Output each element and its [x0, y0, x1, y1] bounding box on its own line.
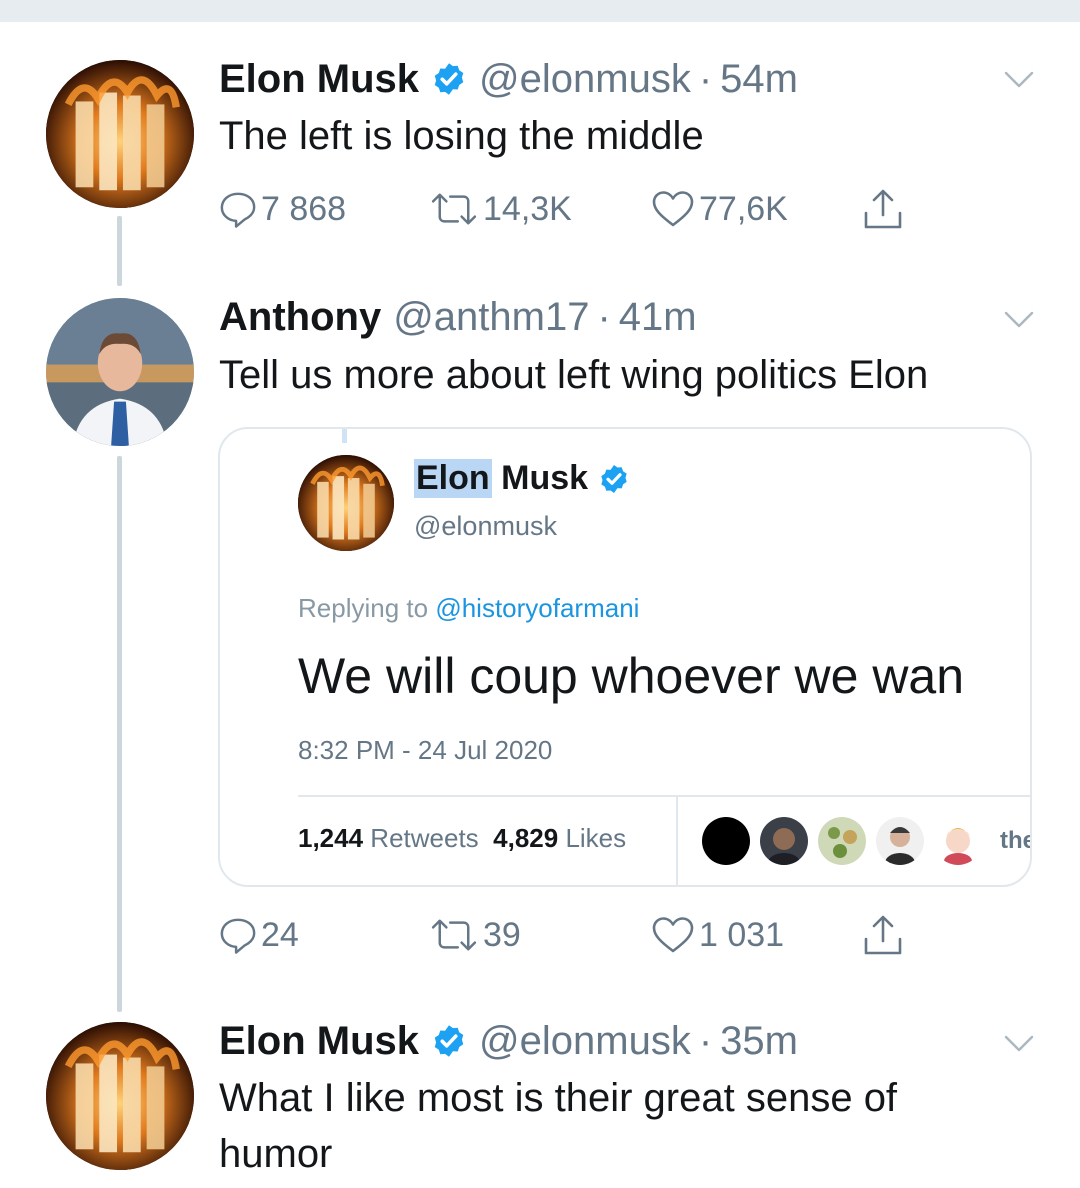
embed-connector [342, 429, 347, 443]
retweet-count: 39 [483, 915, 521, 954]
embed-stats: 1,244 Retweets 4,829 Likes [298, 823, 626, 854]
timestamp[interactable]: 54m [720, 57, 798, 102]
tweet-text: Tell us more about left wing politics El… [219, 353, 929, 397]
verified-badge-icon [598, 463, 630, 495]
like-count: 77,6K [699, 189, 788, 228]
thread-line [117, 216, 122, 286]
mention-link[interactable]: @historyofarmani [435, 593, 639, 623]
person-icon [768, 828, 800, 865]
embed-retweet-count[interactable]: 1,244 [298, 823, 363, 853]
profile-picture-icon [46, 60, 194, 208]
profile-picture-icon [298, 455, 394, 551]
anime-character-icon [944, 828, 972, 865]
profile-picture-icon [46, 1022, 194, 1170]
replying-prefix: Replying to [298, 593, 436, 623]
share-icon [861, 913, 905, 957]
reply-icon [219, 190, 257, 228]
replying-to: Replying to @historyofarmani [298, 593, 639, 624]
tweet-header: Elon Musk @elonmusk · 54m [219, 56, 798, 102]
separator: · [698, 1018, 713, 1063]
share-button[interactable] [861, 186, 909, 232]
reply-button[interactable]: 7 868 [219, 186, 346, 232]
separator: · [698, 56, 713, 101]
embed-retweet-label: Retweets [363, 823, 479, 853]
avatar[interactable] [46, 298, 194, 446]
divider [298, 795, 1030, 797]
retweet-button[interactable]: 14,3K [429, 186, 572, 232]
author-name[interactable]: Elon Musk [219, 57, 419, 102]
embedded-tweet-card[interactable]: Elon Musk @elonmusk Replying to @history… [218, 427, 1032, 887]
liker-avatar[interactable] [702, 817, 750, 865]
author-handle[interactable]: @anthm17 [393, 295, 589, 340]
retweet-icon [429, 916, 479, 954]
retweet-button[interactable]: 39 [429, 912, 521, 958]
author-handle[interactable]: @elonmusk [479, 1019, 691, 1064]
liker-avatar[interactable] [934, 817, 982, 865]
timestamp[interactable]: 35m [720, 1019, 798, 1064]
embed-like-label: Likes [558, 823, 627, 853]
highlighted-name: Elon [414, 459, 492, 498]
tweet-header: Elon Musk @elonmusk · 35m [219, 1018, 798, 1064]
retweet-icon [429, 190, 479, 228]
embed-date[interactable]: 8:32 PM - 24 Jul 2020 [298, 735, 552, 766]
profile-picture-icon [46, 298, 194, 446]
heart-icon [651, 915, 695, 955]
liker-avatar[interactable] [760, 817, 808, 865]
top-bar [0, 0, 1080, 22]
avatar[interactable] [46, 1022, 194, 1170]
embed-tweet-text: We will coup whoever we wan [298, 648, 965, 704]
share-button[interactable] [861, 912, 909, 958]
share-icon [861, 187, 905, 231]
pattern-icon [828, 827, 857, 858]
tweet-text: What I like most is their great sense of… [219, 1070, 1039, 1182]
name-rest: Musk [491, 459, 589, 497]
like-button[interactable]: 77,6K [651, 186, 788, 232]
chevron-down-icon[interactable] [1004, 70, 1034, 90]
tweet-header: Anthony @anthm17 · 41m [219, 294, 697, 340]
person-icon [885, 827, 915, 865]
avatar[interactable] [298, 455, 394, 551]
retweet-count: 14,3K [483, 189, 572, 228]
tweet-text-line: What I like most is their great sense of [219, 1076, 898, 1120]
timestamp[interactable]: 41m [619, 295, 697, 340]
author-name[interactable]: Anthony [219, 295, 381, 340]
thread-line [117, 456, 122, 1012]
embed-author-handle[interactable]: @elonmusk [414, 511, 557, 542]
tweet-text: The left is losing the middle [219, 114, 704, 158]
like-button[interactable]: 1 031 [651, 912, 784, 958]
author-handle[interactable]: @elonmusk [479, 57, 691, 102]
avatar[interactable] [46, 60, 194, 208]
verified-badge-icon [431, 61, 467, 97]
more-likers[interactable]: the [1000, 827, 1030, 855]
tweet-text-line: humor [219, 1132, 333, 1176]
liker-avatar[interactable] [818, 817, 866, 865]
embed-like-count[interactable]: 4,829 [493, 823, 558, 853]
chevron-down-icon[interactable] [1004, 1034, 1034, 1054]
separator: · [597, 294, 611, 339]
heart-icon [651, 189, 695, 229]
reply-icon [219, 916, 257, 954]
reply-count: 24 [261, 915, 299, 954]
chevron-down-icon[interactable] [1004, 310, 1034, 330]
reply-button[interactable]: 24 [219, 912, 299, 958]
verified-badge-icon [431, 1023, 467, 1059]
tweet-actions: 7 868 14,3K 77,6K [219, 186, 939, 232]
embed-author-name[interactable]: Elon Musk [414, 459, 630, 498]
liker-avatar[interactable] [876, 817, 924, 865]
reply-count: 7 868 [261, 189, 347, 228]
tweet-actions: 24 39 1 031 [219, 912, 939, 958]
divider [676, 797, 678, 885]
like-count: 1 031 [699, 915, 785, 954]
author-name[interactable]: Elon Musk [219, 1019, 419, 1064]
